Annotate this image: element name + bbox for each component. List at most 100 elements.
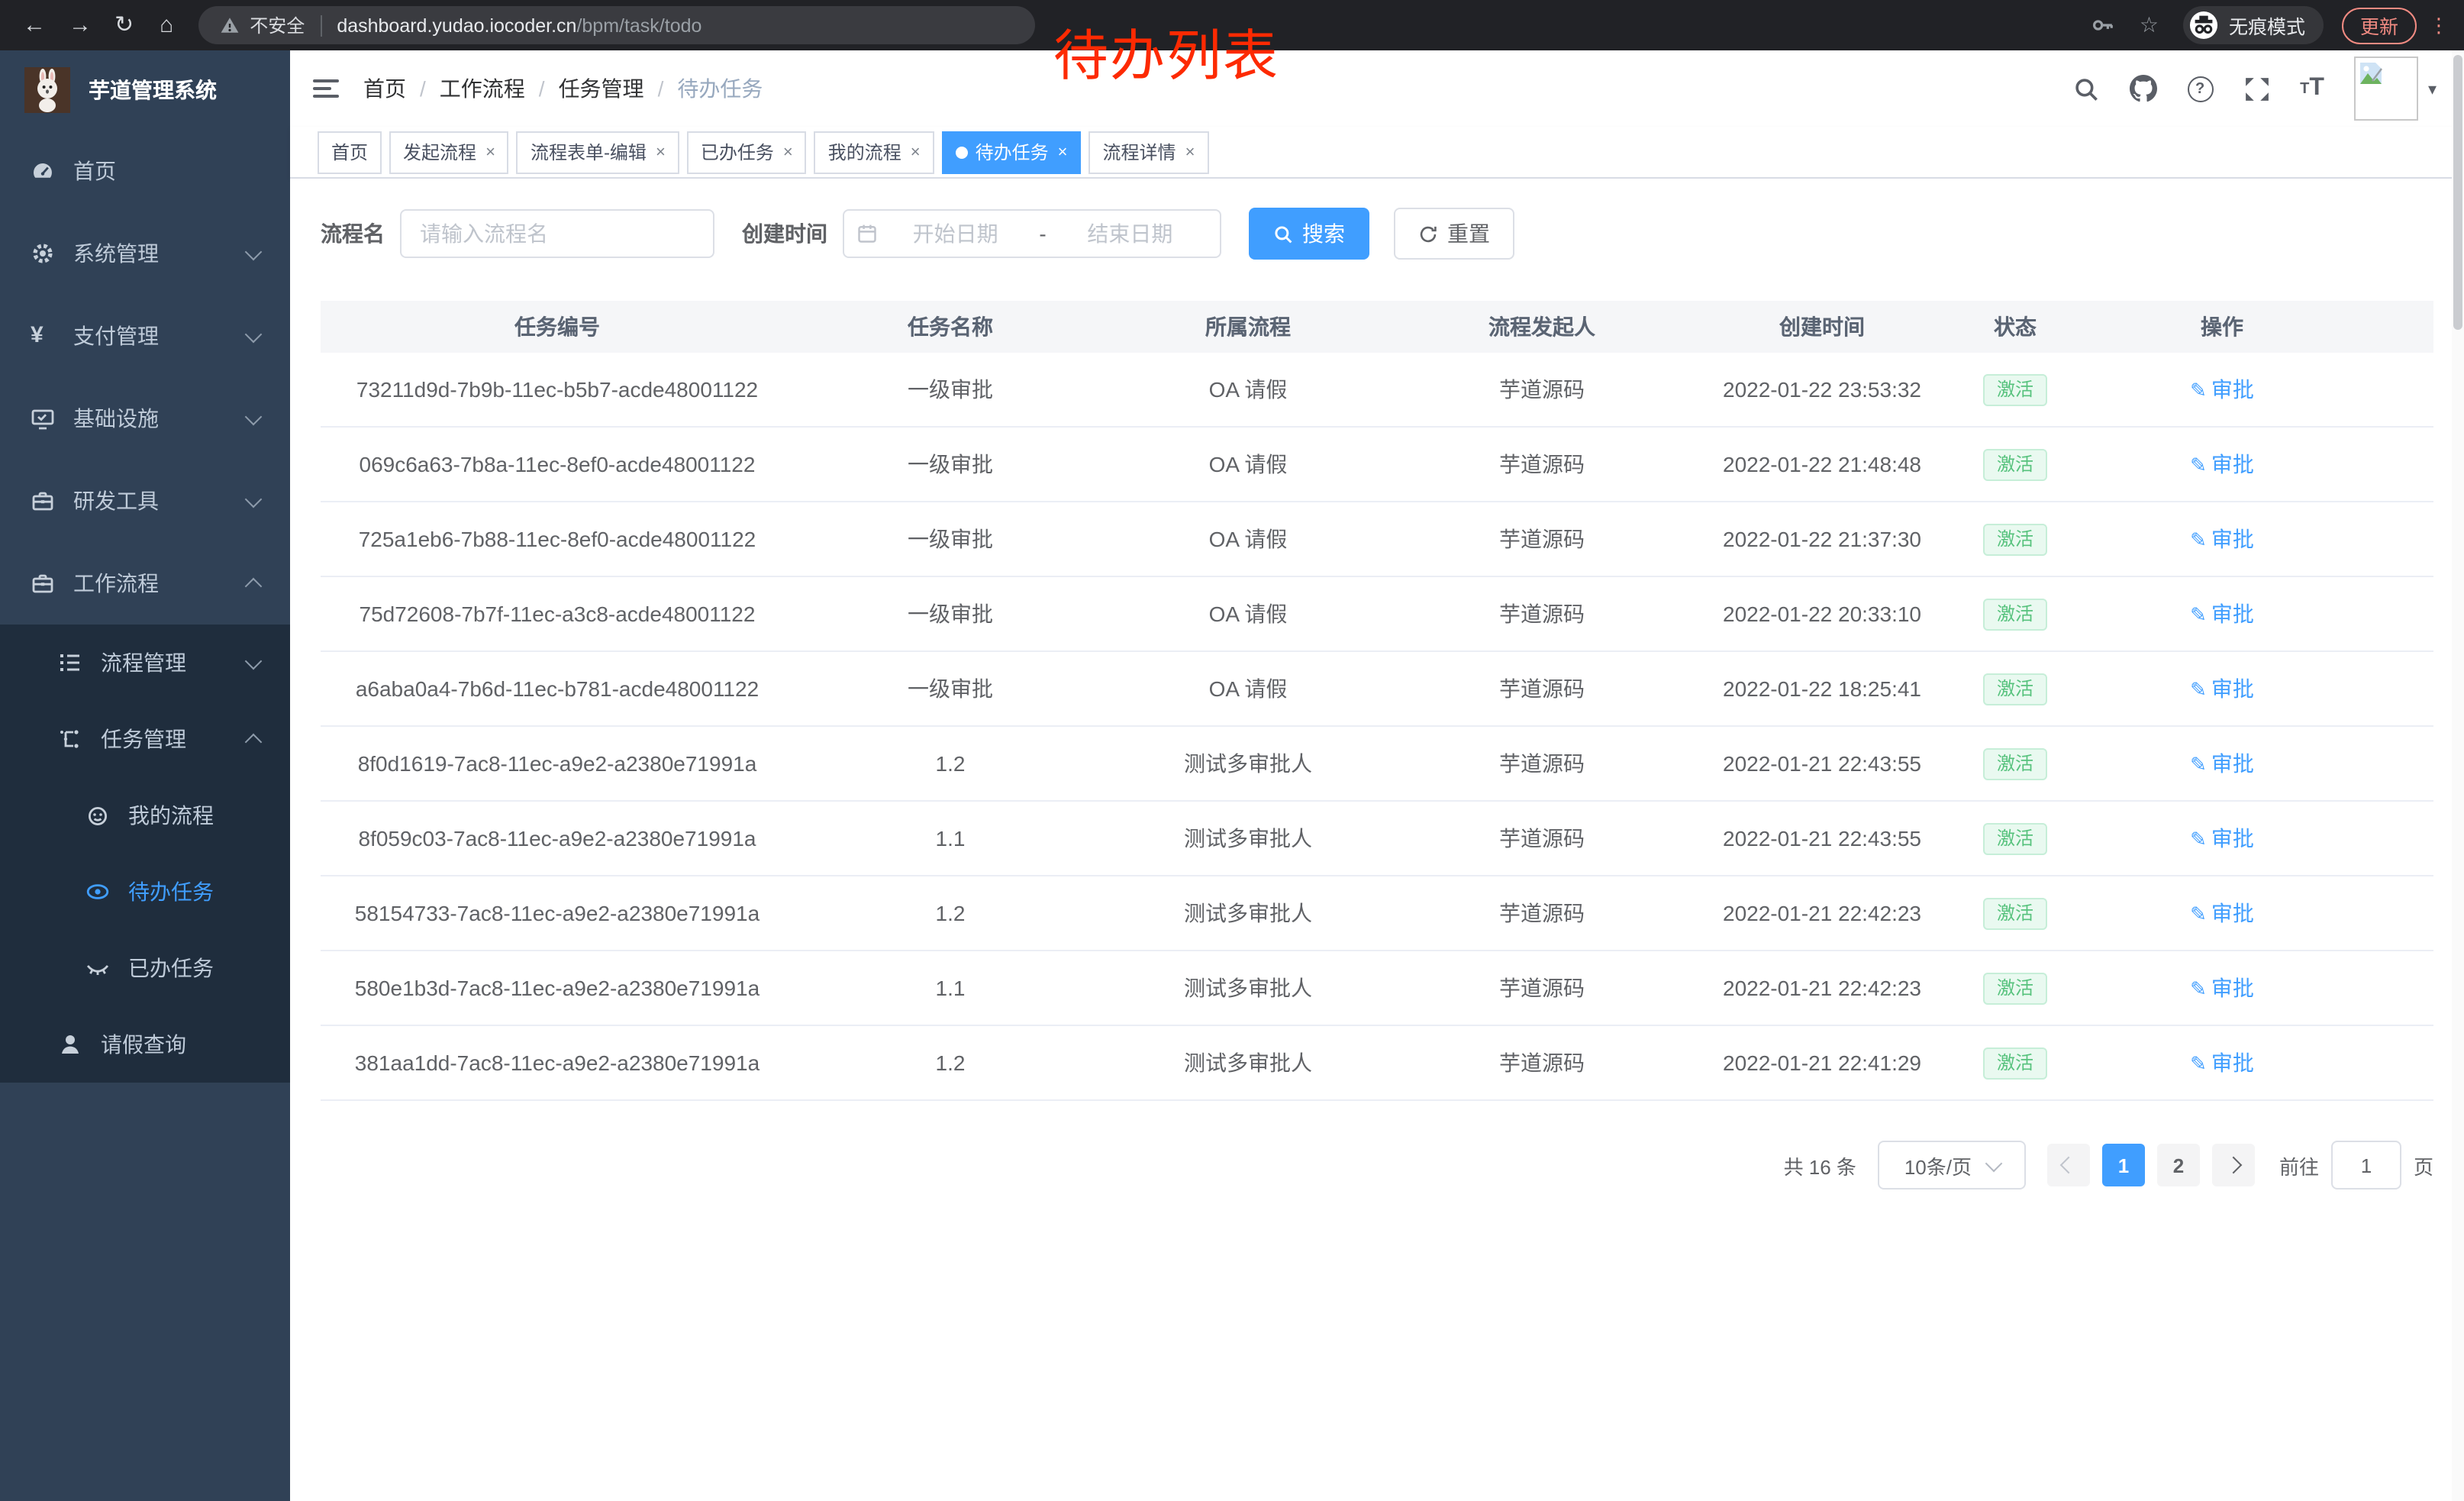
update-button[interactable]: 更新 (2342, 7, 2417, 44)
task-id: 58154733-7ac8-11ec-a9e2-a2380e71991a (321, 901, 794, 925)
bookmark-star-icon[interactable]: ☆ (2140, 12, 2159, 38)
tab-todo-tasks[interactable]: 待办任务 × (942, 131, 1082, 173)
task-id: 381aa1dd-7ac8-11ec-a9e2-a2380e71991a (321, 1051, 794, 1075)
approve-link[interactable]: ✎审批 (2190, 377, 2254, 402)
status-cell: 激活 (1950, 972, 2081, 1004)
chevron-up-icon (245, 734, 263, 751)
warning-icon (219, 15, 239, 35)
column-header: 任务名称 (794, 311, 1107, 342)
tab-done-tasks[interactable]: 已办任务 × (687, 131, 807, 173)
approve-label: 审批 (2211, 976, 2254, 1000)
task-name: 一级审批 (794, 599, 1107, 629)
task-name: 1.2 (794, 1051, 1107, 1075)
date-range-input[interactable]: 开始日期 - 结束日期 (843, 209, 1221, 258)
browser-menu-icon[interactable]: ⋮ (2429, 13, 2449, 37)
search-icon[interactable] (2072, 76, 2098, 102)
sidebar-item-label: 我的流程 (128, 800, 290, 831)
tab-close-icon[interactable]: × (911, 143, 921, 161)
tab-close-icon[interactable]: × (656, 143, 666, 161)
chevron-down-icon (245, 490, 263, 508)
sidebar-item-todo-tasks[interactable]: 待办任务 (0, 854, 290, 930)
sidebar-item-workflow[interactable]: 工作流程 (0, 542, 290, 625)
action-cell: ✎审批 (2081, 524, 2363, 554)
tab-close-icon[interactable]: × (1185, 143, 1195, 161)
page-size-select[interactable]: 10条/页 (1878, 1141, 2026, 1190)
task-starter: 芋道源码 (1389, 973, 1695, 1003)
scrollbar-thumb[interactable] (2453, 55, 2462, 330)
chevron-up-icon (245, 578, 263, 596)
task-process: OA 请假 (1107, 673, 1389, 704)
sidebar-item-process-mgmt[interactable]: 流程管理 (0, 625, 290, 701)
home-icon[interactable]: ⌂ (160, 14, 173, 37)
sidebar-item-infra[interactable]: 基础设施 (0, 377, 290, 460)
sidebar-item-payment[interactable]: ¥ 支付管理 (0, 295, 290, 377)
sidebar-item-done-tasks[interactable]: 已办任务 (0, 930, 290, 1006)
edit-icon: ✎ (2190, 603, 2207, 626)
tab-my-process[interactable]: 我的流程 × (814, 131, 934, 173)
breadcrumb-item[interactable]: 首页 (363, 73, 406, 104)
sidebar-item-label: 首页 (73, 156, 290, 186)
font-size-icon[interactable]: TT (2300, 75, 2324, 102)
prev-page-button[interactable] (2047, 1144, 2090, 1186)
hamburger-icon[interactable] (313, 75, 339, 102)
tab-close-icon[interactable]: × (1058, 143, 1068, 161)
page-content: 流程名 创建时间 开始日期 - 结束日期 (290, 179, 2464, 1501)
sidebar-item-home[interactable]: 首页 (0, 130, 290, 212)
avatar[interactable] (2355, 56, 2419, 121)
approve-link[interactable]: ✎审批 (2190, 901, 2254, 925)
table-row: 725a1eb6-7b88-11ec-8ef0-acde48001122 一级审… (321, 502, 2433, 577)
reset-button[interactable]: 重置 (1394, 208, 1514, 260)
breadcrumb-item-current: 待办任务 (677, 73, 763, 104)
fullscreen-icon[interactable] (2243, 76, 2269, 102)
task-name: 一级审批 (794, 449, 1107, 479)
github-icon[interactable] (2129, 75, 2156, 102)
next-page-button[interactable] (2212, 1144, 2255, 1186)
status-badge: 激活 (1983, 523, 2047, 555)
action-cell: ✎审批 (2081, 973, 2363, 1003)
page-1-button[interactable]: 1 (2102, 1144, 2145, 1186)
search-button[interactable]: 搜索 (1249, 208, 1369, 260)
goto-page-input[interactable] (2331, 1141, 2401, 1190)
page-2-button[interactable]: 2 (2157, 1144, 2200, 1186)
approve-link[interactable]: ✎审批 (2190, 602, 2254, 626)
sidebar-item-system[interactable]: 系统管理 (0, 212, 290, 295)
tab-home[interactable]: 首页 (318, 131, 382, 173)
tab-close-icon[interactable]: × (485, 143, 495, 161)
table-row: 8f0d1619-7ac8-11ec-a9e2-a2380e71991a 1.2… (321, 727, 2433, 802)
status-badge: 激活 (1983, 448, 2047, 480)
reload-icon[interactable]: ↻ (114, 14, 134, 37)
forward-icon[interactable]: → (69, 14, 92, 37)
approve-link[interactable]: ✎审批 (2190, 826, 2254, 851)
breadcrumb-item[interactable]: 工作流程 (440, 73, 525, 104)
back-icon[interactable]: ← (23, 14, 46, 37)
approve-link[interactable]: ✎审批 (2190, 751, 2254, 776)
sidebar-item-devtools[interactable]: 研发工具 (0, 460, 290, 542)
tab-form-edit[interactable]: 流程表单-编辑 × (517, 131, 679, 173)
table-row: 73211d9d-7b9b-11ec-b5b7-acde48001122 一级审… (321, 353, 2433, 428)
tab-active-dot (956, 146, 968, 158)
tab-close-icon[interactable]: × (783, 143, 793, 161)
eye-closed-icon (85, 956, 110, 980)
edit-icon: ✎ (2190, 379, 2207, 402)
key-icon[interactable] (2092, 14, 2115, 37)
approve-link[interactable]: ✎审批 (2190, 527, 2254, 551)
approve-link[interactable]: ✎审批 (2190, 1051, 2254, 1075)
avatar-caret-icon[interactable]: ▾ (2428, 79, 2437, 98)
sidebar-item-my-process[interactable]: 我的流程 (0, 777, 290, 854)
address-bar[interactable]: 不安全 dashboard.yudao.iocoder.cn/bpm/task/… (198, 6, 1034, 44)
scrollbar[interactable] (2452, 50, 2464, 1501)
help-icon[interactable]: ? (2187, 76, 2213, 102)
topbar: 首页 / 工作流程 / 任务管理 / 待办任务 ? (290, 50, 2464, 127)
task-starter: 芋道源码 (1389, 599, 1695, 629)
breadcrumb-item[interactable]: 任务管理 (559, 73, 644, 104)
tab-start-process[interactable]: 发起流程 × (389, 131, 509, 173)
process-name-input[interactable] (400, 209, 714, 258)
sidebar-item-leave-query[interactable]: 请假查询 (0, 1006, 290, 1083)
task-id: 069c6a63-7b8a-11ec-8ef0-acde48001122 (321, 452, 794, 476)
approve-link[interactable]: ✎审批 (2190, 452, 2254, 476)
approve-link[interactable]: ✎审批 (2190, 976, 2254, 1000)
edit-icon: ✎ (2190, 528, 2207, 551)
tab-process-detail[interactable]: 流程详情 × (1089, 131, 1209, 173)
approve-link[interactable]: ✎审批 (2190, 676, 2254, 701)
sidebar-item-task-mgmt[interactable]: 任务管理 (0, 701, 290, 777)
